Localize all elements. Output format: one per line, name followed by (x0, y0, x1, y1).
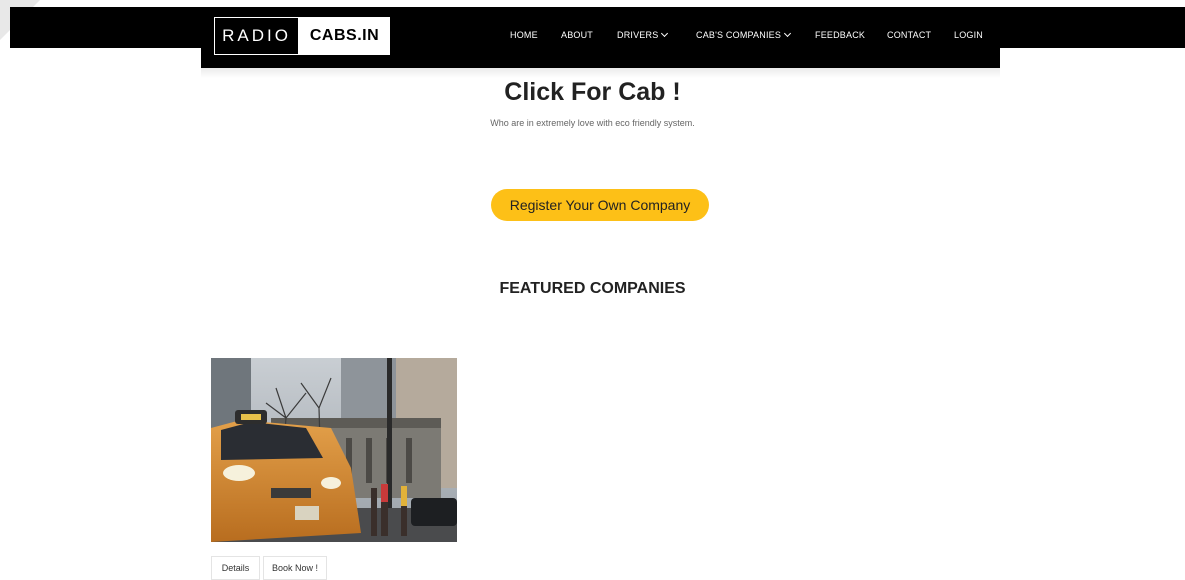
nav-contact-label: CONTACT (887, 30, 932, 40)
nav-contact[interactable]: CONTACT (887, 30, 931, 40)
nav-cabs-companies-label: CAB'S COMPANIES (696, 30, 782, 40)
company-card-image[interactable] (211, 358, 457, 542)
featured-companies-heading: FEATURED COMPANIES (499, 280, 686, 297)
book-now-button[interactable]: Book Now ! (263, 556, 327, 580)
nav-home-label: HOME (510, 30, 538, 40)
details-button[interactable]: Details (211, 556, 260, 580)
nav-login-label: LOGIN (954, 30, 984, 40)
nav-login[interactable]: LOGIN (954, 30, 983, 40)
nav-drivers-label: DRIVERS (617, 30, 659, 40)
hero-subtitle: Who are in extremely love with eco frien… (490, 118, 695, 128)
navbar-shadow (201, 68, 1000, 78)
taxi-street-photo (211, 358, 457, 542)
nav-cabs-companies[interactable]: CAB'S COMPANIES (696, 29, 792, 40)
nav-drivers[interactable]: DRIVERS (617, 29, 669, 40)
nav-about[interactable]: ABOUT (561, 30, 593, 40)
hero-title: Click For Cab ! (504, 78, 681, 106)
nav-about-label: ABOUT (561, 30, 594, 40)
nav-feedback-label: FEEDBACK (815, 30, 866, 40)
chevron-down-icon (784, 29, 792, 38)
main-nav: HOME ABOUT DRIVERS CAB'S COMPANIES FEEDB… (0, 29, 1185, 44)
chevron-down-icon (661, 29, 669, 38)
nav-home[interactable]: HOME (510, 30, 538, 40)
register-company-button[interactable]: Register Your Own Company (491, 189, 709, 221)
nav-feedback[interactable]: FEEDBACK (815, 30, 865, 40)
